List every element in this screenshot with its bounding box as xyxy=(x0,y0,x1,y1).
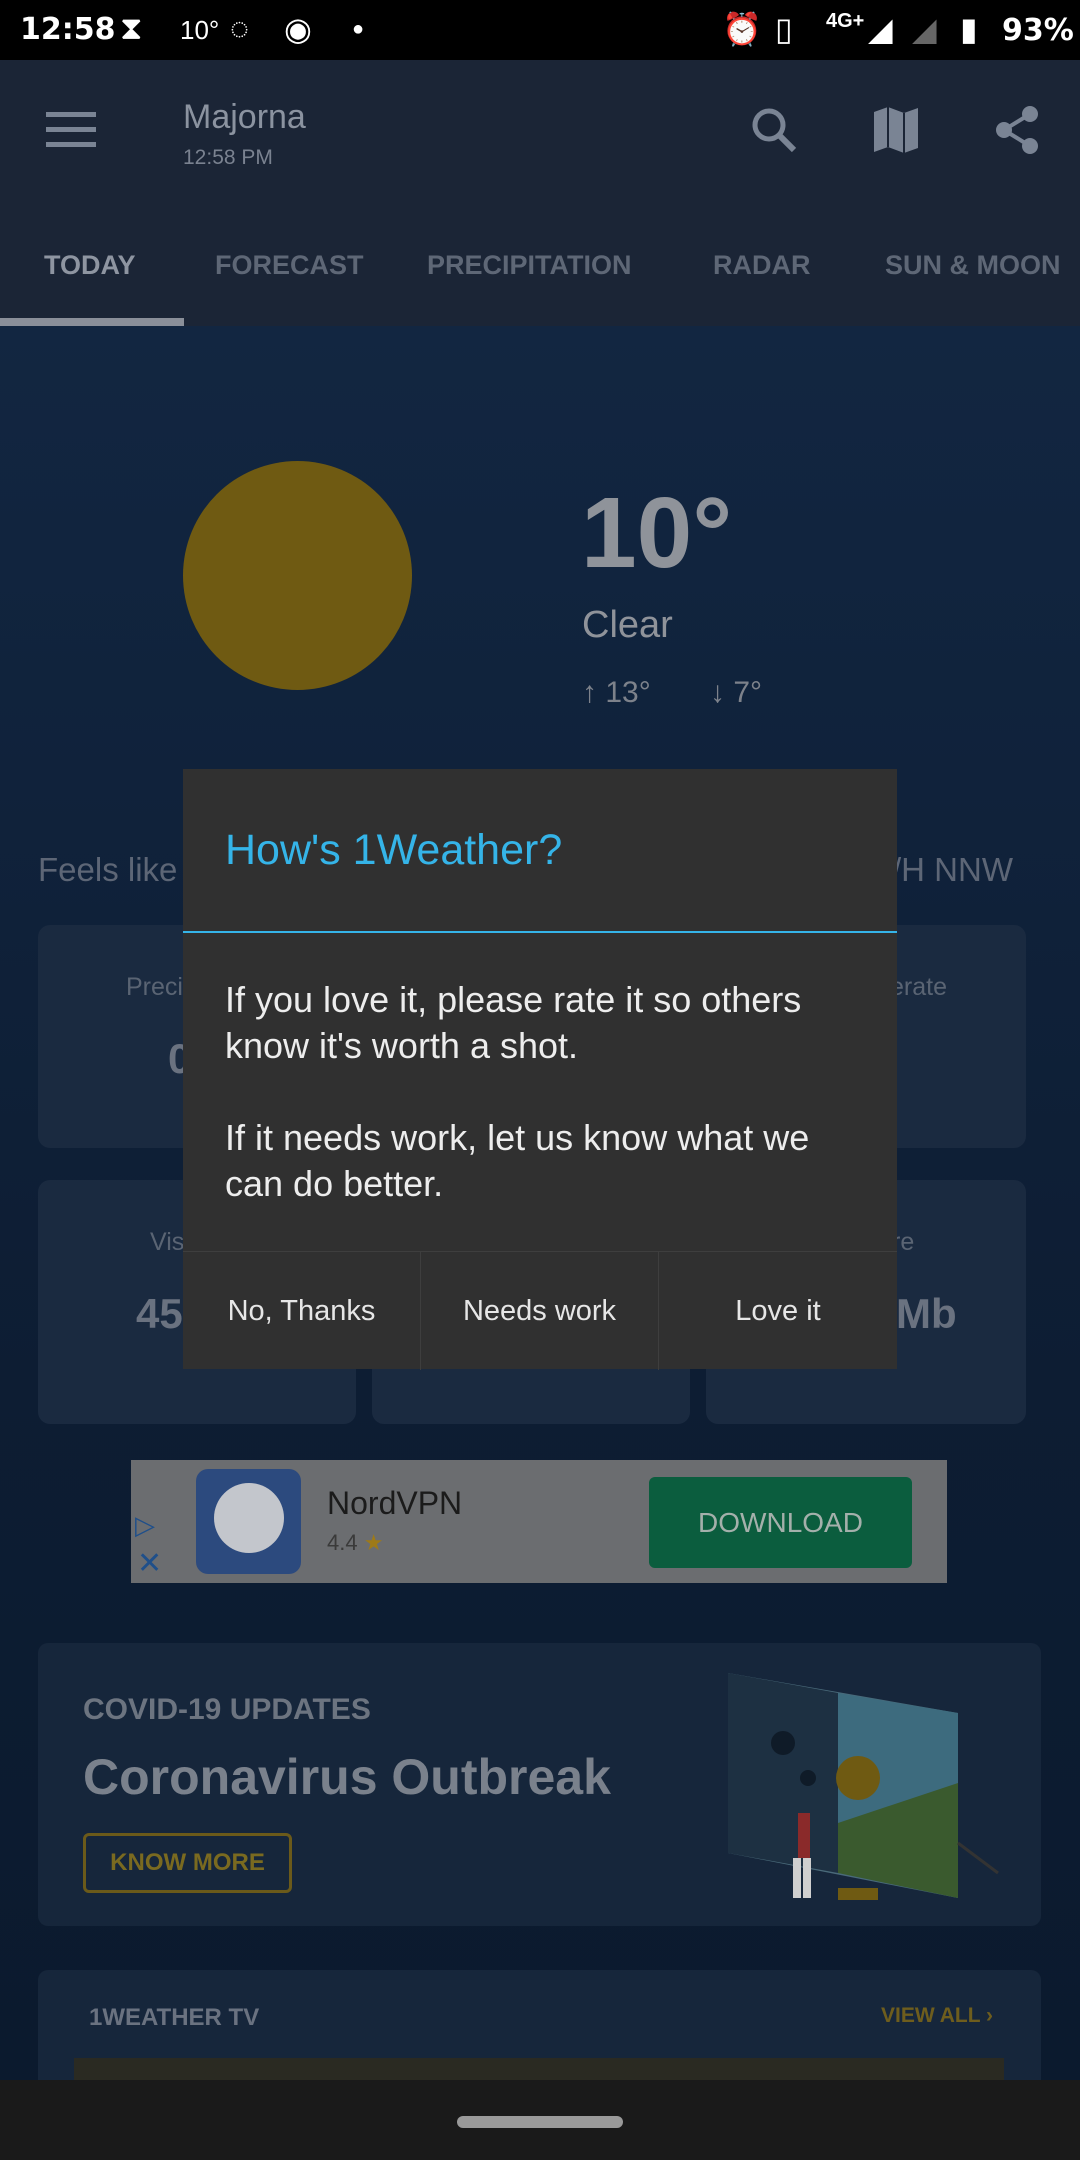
home-gesture-handle[interactable] xyxy=(457,2116,623,2128)
covid-title: Coronavirus Outbreak xyxy=(83,1749,611,1805)
ad-app-name: NordVPN xyxy=(327,1485,463,1521)
know-more-button[interactable]: KNOW MORE xyxy=(83,1833,292,1893)
arrow-up-icon: ↑ xyxy=(582,676,606,709)
chevron-right-icon: › xyxy=(986,2004,994,2027)
tab-bar: TODAY FORECAST PRECIPITATION RADAR SUN &… xyxy=(0,200,1080,326)
alarm-icon: ⏰ xyxy=(722,11,762,47)
needs-work-button[interactable]: Needs work xyxy=(421,1252,659,1370)
battery-icon: ▮ xyxy=(960,11,978,47)
hourglass-icon: ⧗ xyxy=(120,10,143,46)
sun-icon xyxy=(183,461,412,690)
status-temp: 10° xyxy=(180,15,220,45)
download-button[interactable]: DOWNLOAD xyxy=(649,1477,912,1568)
vibrate-icon: ▯ xyxy=(775,11,793,47)
rating-dialog: How's 1Weather? If you love it, please r… xyxy=(183,769,897,1370)
wind-info: /H NNW xyxy=(892,851,1013,888)
tv-label: 1WEATHER TV xyxy=(89,2004,260,2031)
card-label: erate xyxy=(890,973,947,1001)
location-time: 12:58 PM xyxy=(183,146,273,169)
covid-card[interactable]: COVID-19 UPDATES Coronavirus Outbreak KN… xyxy=(38,1643,1041,1926)
app-notification-icon: ◉ xyxy=(284,11,312,47)
card-label: re xyxy=(892,1228,915,1256)
dialog-message: If you love it, please rate it so others… xyxy=(225,979,810,1204)
app-logo xyxy=(196,1469,301,1574)
map-icon[interactable] xyxy=(868,102,924,158)
status-bar: 12:58 ⧗ 10° ◌ ◉ ● ⏰ ▯ 4G+ ◢ ◢ ▮ 93% xyxy=(0,0,1080,60)
feels-like: Feels like xyxy=(38,851,178,888)
view-all-label: VIEW ALL xyxy=(881,2004,981,2027)
battery-percent: 93% xyxy=(1002,13,1074,48)
adchoices-icon[interactable]: ▷ xyxy=(135,1510,155,1541)
low-temp-value: 7° xyxy=(733,676,763,709)
low-temp: ↓ 7° xyxy=(710,676,762,710)
love-it-button[interactable]: Love it xyxy=(659,1252,897,1370)
current-condition: Clear xyxy=(582,604,673,646)
tab-sun-moon[interactable]: SUN & MOON xyxy=(885,250,1061,281)
dot-icon: ● xyxy=(352,18,365,40)
high-temp: ↑ 13° xyxy=(582,676,651,710)
covid-label: COVID-19 UPDATES xyxy=(83,1693,371,1726)
status-time: 12:58 xyxy=(20,12,116,47)
current-temperature: 10° xyxy=(581,477,733,589)
no-thanks-button[interactable]: No, Thanks xyxy=(183,1252,421,1370)
tab-forecast[interactable]: FORECAST xyxy=(215,250,364,281)
active-tab-indicator xyxy=(0,318,184,326)
star-icon: ★ xyxy=(363,1530,384,1555)
covid-illustration xyxy=(728,1673,999,1900)
menu-icon[interactable] xyxy=(46,112,96,148)
network-type: 4G+ xyxy=(826,10,865,32)
signal-icon: ◢ xyxy=(868,11,893,47)
dialog-buttons: No, Thanks Needs work Love it xyxy=(183,1251,897,1370)
app-bar: Majorna 12:58 PM xyxy=(0,60,1080,200)
navigation-bar xyxy=(0,2080,1080,2160)
signal-2-icon: ◢ xyxy=(912,11,937,47)
location-name[interactable]: Majorna xyxy=(183,98,306,137)
close-icon[interactable]: ✕ xyxy=(137,1546,162,1581)
card-value: Mb xyxy=(896,1290,957,1337)
ad-banner[interactable]: ▷ ✕ NordVPN 4.4 ★ DOWNLOAD xyxy=(131,1460,947,1583)
tab-precipitation[interactable]: PRECIPITATION xyxy=(427,250,632,281)
search-icon[interactable] xyxy=(746,102,802,158)
share-icon[interactable] xyxy=(990,102,1046,158)
rating-value: 4.4 xyxy=(327,1530,358,1555)
dialog-title: How's 1Weather? xyxy=(225,826,563,874)
tab-radar[interactable]: RADAR xyxy=(713,250,811,281)
dialog-divider xyxy=(183,931,897,933)
tab-today[interactable]: TODAY xyxy=(44,250,136,281)
view-all-link[interactable]: VIEW ALL › xyxy=(881,2004,993,2028)
loading-icon: ◌ xyxy=(230,10,250,46)
arrow-down-icon: ↓ xyxy=(710,676,734,709)
high-temp-value: 13° xyxy=(605,676,651,709)
ad-rating: 4.4 ★ xyxy=(327,1530,383,1556)
